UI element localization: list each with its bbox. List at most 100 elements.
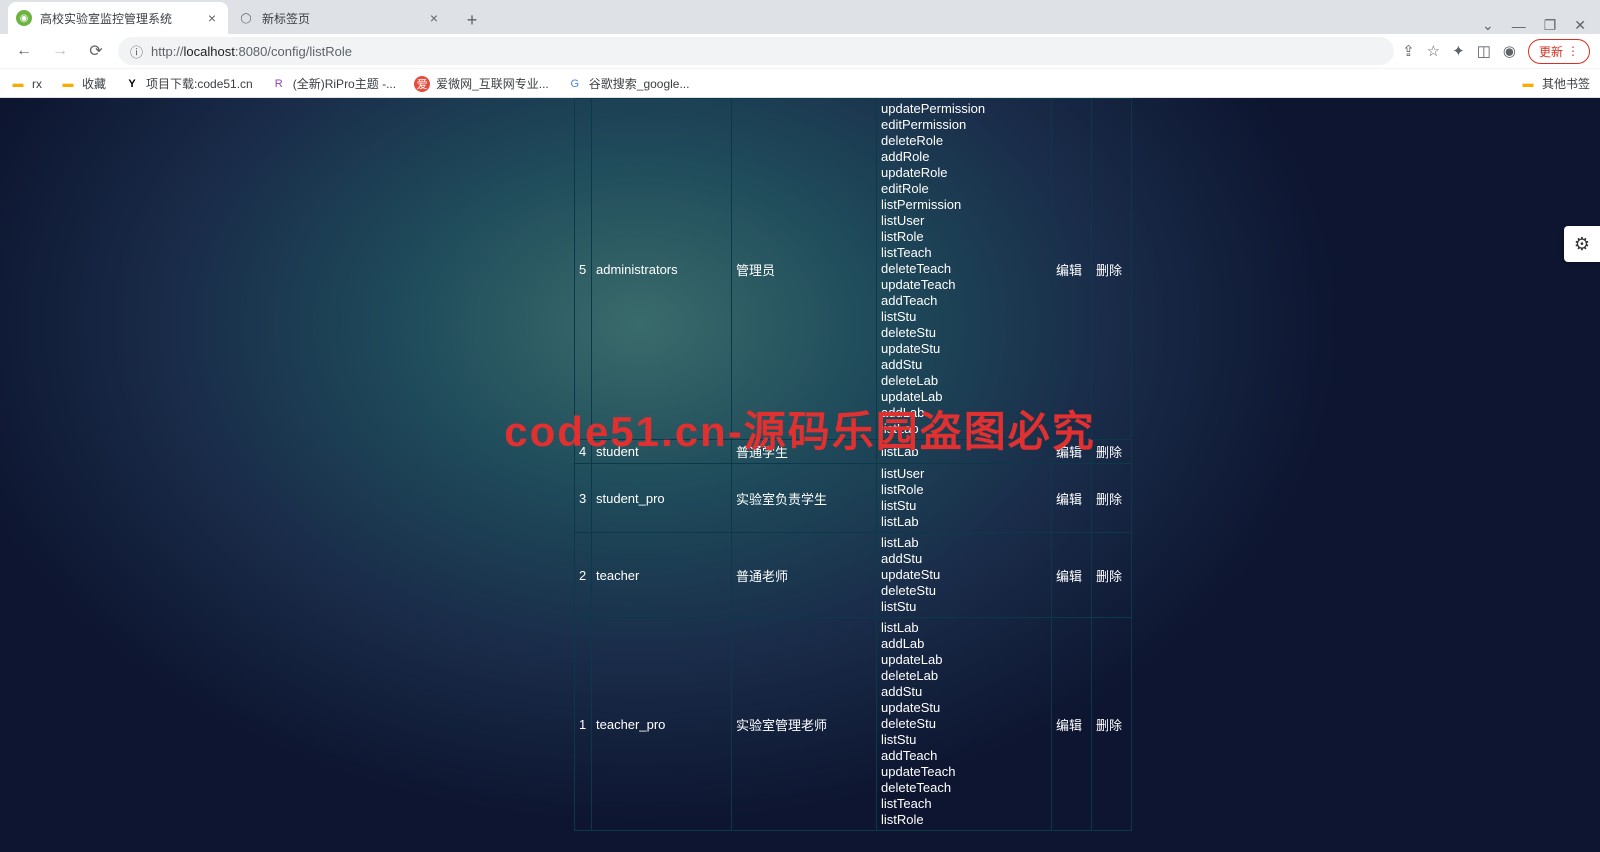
delete-link[interactable]: 删除: [1096, 718, 1122, 733]
role-id-cell: 5: [575, 99, 592, 440]
minimize-icon[interactable]: —: [1512, 18, 1526, 34]
url-port: :8080: [235, 44, 268, 59]
bookmark-item[interactable]: Y项目下载:code51.cn: [124, 75, 253, 92]
edit-link[interactable]: 编辑: [1056, 718, 1082, 733]
permission-item: updateStu: [881, 700, 1047, 716]
role-perms-cell: updatePermissioneditPermissiondeleteRole…: [877, 99, 1052, 440]
site-icon: G: [567, 76, 583, 92]
gear-icon: ⚙: [1574, 234, 1590, 255]
info-icon: ⓘ: [130, 42, 143, 61]
permission-item: listStu: [881, 498, 1047, 514]
permission-item: listStu: [881, 599, 1047, 615]
permission-item: updateStu: [881, 341, 1047, 357]
star-icon[interactable]: ☆: [1427, 42, 1440, 60]
permission-item: deleteTeach: [881, 261, 1047, 277]
folder-icon: ▬: [10, 76, 26, 92]
bookmark-item[interactable]: 爱爱微网_互联网专业...: [414, 75, 549, 92]
edit-link[interactable]: 编辑: [1056, 492, 1082, 507]
chevron-down-icon[interactable]: ⌄: [1482, 17, 1494, 34]
edit-link[interactable]: 编辑: [1056, 445, 1082, 460]
permission-item: deleteLab: [881, 668, 1047, 684]
delete-link[interactable]: 删除: [1096, 263, 1122, 278]
delete-cell: 删除: [1092, 618, 1132, 831]
role-name-cell: student: [592, 440, 732, 464]
edit-link[interactable]: 编辑: [1056, 263, 1082, 278]
bookmark-label: 收藏: [82, 75, 106, 92]
page-content: code51.cn-源码乐园盗图必究 5administrators管理员upd…: [0, 98, 1600, 852]
tab-title: 高校实验室监控管理系统: [40, 10, 172, 27]
role-desc-cell: 管理员: [732, 99, 877, 440]
url-input[interactable]: ⓘ http://localhost:8080/config/listRole: [118, 37, 1394, 65]
delete-cell: 删除: [1092, 440, 1132, 464]
permission-item: deleteStu: [881, 583, 1047, 599]
permission-item: addStu: [881, 357, 1047, 373]
permission-item: addLab: [881, 405, 1047, 421]
folder-icon: ▬: [1520, 76, 1536, 92]
permission-item: editRole: [881, 181, 1047, 197]
permission-item: listLab: [881, 421, 1047, 437]
delete-cell: 删除: [1092, 99, 1132, 440]
bookmark-item[interactable]: ▬rx: [10, 76, 42, 92]
role-name-cell: administrators: [592, 99, 732, 440]
update-button[interactable]: 更新 ⋮: [1528, 39, 1590, 64]
close-icon[interactable]: ×: [204, 10, 220, 26]
delete-link[interactable]: 删除: [1096, 445, 1122, 460]
permission-item: listLab: [881, 535, 1047, 551]
edit-cell: 编辑: [1052, 618, 1092, 831]
role-id-cell: 4: [575, 440, 592, 464]
table-row: 2teacher普通老师listLabaddStuupdateStudelete…: [575, 533, 1132, 618]
table-row: 5administrators管理员updatePermissioneditPe…: [575, 99, 1132, 440]
permission-item: addLab: [881, 636, 1047, 652]
edit-link[interactable]: 编辑: [1056, 569, 1082, 584]
new-tab-button[interactable]: +: [458, 6, 486, 34]
edit-cell: 编辑: [1052, 464, 1092, 533]
role-perms-cell: listLabaddLabupdateLabdeleteLabaddStuupd…: [877, 618, 1052, 831]
share-icon[interactable]: ⇪: [1402, 42, 1415, 60]
profile-icon[interactable]: ◉: [1503, 42, 1516, 60]
bookmark-item[interactable]: G 谷歌搜索_google...: [567, 75, 690, 92]
forward-button[interactable]: →: [46, 37, 74, 65]
role-desc-cell: 普通老师: [732, 533, 877, 618]
globe-icon: ◯: [238, 10, 254, 26]
role-name-cell: student_pro: [592, 464, 732, 533]
permission-item: updateLab: [881, 389, 1047, 405]
reload-button[interactable]: ⟳: [82, 37, 110, 65]
bookmark-label: 爱微网_互联网专业...: [436, 75, 549, 92]
bookmark-item[interactable]: R(全新)RiPro主题 -...: [271, 75, 396, 92]
browser-tab[interactable]: ◯ 新标签页 ×: [230, 2, 450, 34]
url-host: localhost: [184, 44, 235, 59]
permission-item: deleteRole: [881, 133, 1047, 149]
other-bookmarks[interactable]: ▬ 其他书签: [1520, 75, 1590, 92]
extensions-icon[interactable]: ✦: [1452, 42, 1465, 60]
back-button[interactable]: ←: [10, 37, 38, 65]
role-id-cell: 3: [575, 464, 592, 533]
close-window-icon[interactable]: ✕: [1574, 17, 1586, 34]
permission-item: deleteTeach: [881, 780, 1047, 796]
side-panel-icon[interactable]: ◫: [1477, 42, 1491, 60]
browser-tab-active[interactable]: ◉ 高校实验室监控管理系统 ×: [8, 2, 228, 34]
permission-item: listTeach: [881, 245, 1047, 261]
delete-link[interactable]: 删除: [1096, 492, 1122, 507]
url-scheme: http://: [151, 44, 184, 59]
bookmark-label: 其他书签: [1542, 75, 1590, 92]
permission-item: listRole: [881, 812, 1047, 828]
permission-item: editPermission: [881, 117, 1047, 133]
permission-item: listLab: [881, 514, 1047, 530]
bookmark-item[interactable]: ▬ 收藏: [60, 75, 106, 92]
window-controls: ⌄ — ❐ ✕: [1482, 17, 1600, 34]
delete-link[interactable]: 删除: [1096, 569, 1122, 584]
permission-item: deleteLab: [881, 373, 1047, 389]
permission-item: updateTeach: [881, 764, 1047, 780]
maximize-icon[interactable]: ❐: [1544, 17, 1557, 34]
permission-item: updateRole: [881, 165, 1047, 181]
role-name-cell: teacher: [592, 533, 732, 618]
permission-item: addStu: [881, 684, 1047, 700]
delete-cell: 删除: [1092, 464, 1132, 533]
settings-float-button[interactable]: ⚙: [1564, 226, 1600, 262]
role-table: 5administrators管理员updatePermissioneditPe…: [574, 98, 1132, 831]
close-icon[interactable]: ×: [426, 10, 442, 26]
folder-icon: ▬: [60, 76, 76, 92]
site-icon: Y: [124, 76, 140, 92]
role-desc-cell: 实验室负责学生: [732, 464, 877, 533]
bookmark-label: 谷歌搜索_google...: [589, 75, 690, 92]
